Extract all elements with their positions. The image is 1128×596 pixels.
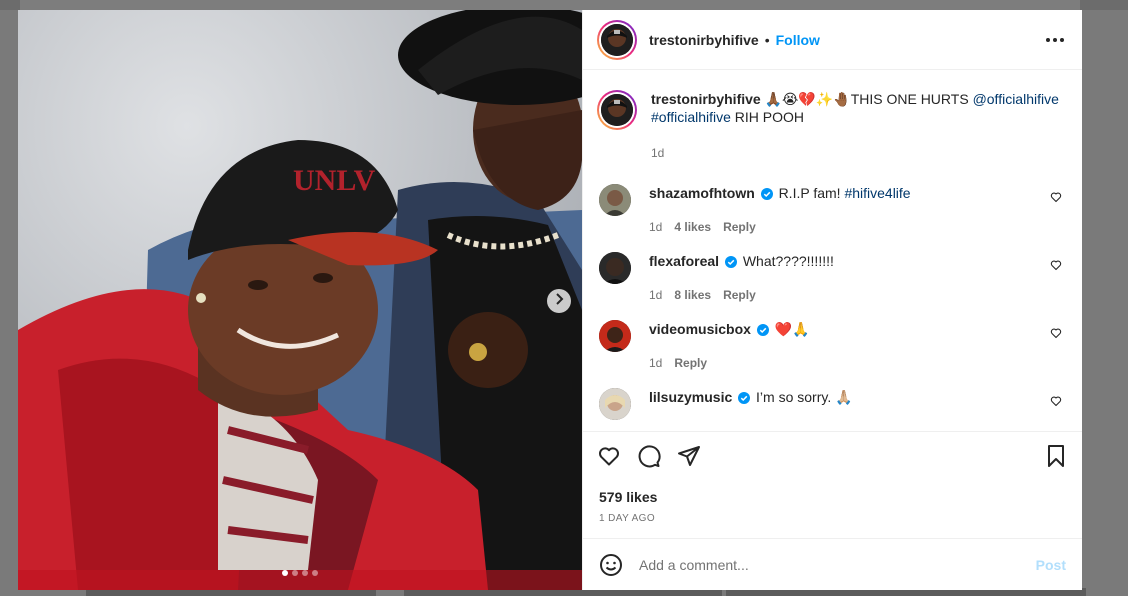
reply-button[interactable]: Reply — [723, 218, 756, 236]
post-header: trestonirbyhifive • Follow — [583, 10, 1082, 70]
comment-username[interactable]: shazamofhtown — [649, 185, 755, 201]
heart-icon[interactable] — [1050, 326, 1062, 344]
carousel-dot — [302, 570, 308, 576]
commenter-avatar[interactable] — [599, 388, 631, 420]
comment-text: What????!!!!!!! — [742, 253, 834, 269]
svg-text:UNLV: UNLV — [293, 164, 376, 197]
caption-hashtag[interactable]: #officialhifive — [651, 109, 731, 125]
post-modal: UNLV trestonirbyhifive • Follow trestoni… — [18, 10, 1082, 590]
comment-item: shazamofhtown R.I.P fam! #hifive4life 1d… — [597, 184, 1068, 236]
comment-time[interactable]: 1d — [649, 218, 662, 236]
verified-badge-icon — [760, 186, 773, 204]
post-caption: trestonirbyhifive 🙏🏾😭💔✨🤚🏾THIS ONE HURTS … — [597, 90, 1068, 162]
heart-icon[interactable] — [597, 444, 621, 468]
author-avatar[interactable] — [597, 19, 637, 60]
comment-text: ❤️🙏 — [774, 321, 810, 337]
add-comment-bar: Post — [583, 538, 1082, 590]
comment-item: videomusicbox ❤️🙏 1d Reply — [597, 320, 1068, 372]
comment-item: lilsuzymusic I’m so sorry. 🙏🏼 — [597, 388, 1068, 420]
comment-input[interactable] — [639, 556, 1036, 573]
comment-time[interactable]: 1d — [649, 286, 662, 304]
reply-button[interactable]: Reply — [674, 354, 707, 372]
likes-count[interactable]: 579 likes — [583, 479, 1082, 505]
comment-icon[interactable] — [637, 444, 661, 468]
commenter-avatar[interactable] — [599, 184, 631, 216]
verified-badge-icon — [724, 254, 737, 272]
comment-text: R.I.P fam! — [778, 185, 841, 201]
comment-time[interactable]: 1d — [649, 354, 662, 372]
post-actions — [583, 431, 1082, 479]
comment-likes[interactable]: 8 likes — [674, 286, 711, 304]
photo-image: UNLV — [18, 10, 582, 590]
caption-time[interactable]: 1d — [651, 144, 664, 162]
caption-suffix: RIH POOH — [734, 109, 805, 125]
header-separator: • — [764, 31, 770, 48]
comment-hashtag[interactable]: #hifive4life — [844, 185, 910, 201]
comment-username[interactable]: lilsuzymusic — [649, 389, 732, 405]
comment-item: flexaforeal What????!!!!!!! 1d 8 likes R… — [597, 252, 1068, 304]
next-photo-button[interactable] — [547, 289, 571, 313]
chevron-right-icon — [554, 292, 564, 310]
carousel-indicator — [282, 570, 318, 576]
commenter-avatar[interactable] — [599, 252, 631, 284]
reply-button[interactable]: Reply — [723, 286, 756, 304]
carousel-dot — [312, 570, 318, 576]
heart-icon[interactable] — [1050, 394, 1062, 412]
share-icon[interactable] — [677, 444, 701, 468]
verified-badge-icon — [738, 390, 751, 408]
caption-username[interactable]: trestonirbyhifive — [651, 91, 761, 107]
heart-icon[interactable] — [1050, 258, 1062, 276]
author-username[interactable]: trestonirbyhifive — [649, 32, 759, 48]
heart-icon[interactable] — [1050, 190, 1062, 208]
comment-username[interactable]: flexaforeal — [649, 253, 719, 269]
more-options-icon[interactable] — [1042, 32, 1068, 48]
caption-mention[interactable]: @officialhifive — [973, 91, 1059, 107]
comment-likes[interactable]: 4 likes — [674, 218, 711, 236]
caption-avatar[interactable] — [597, 90, 637, 130]
carousel-dot — [292, 570, 298, 576]
caption-emoji: 🙏🏾😭💔✨🤚🏾 — [764, 91, 851, 107]
bookmark-icon[interactable] — [1044, 444, 1068, 468]
emoji-icon[interactable] — [599, 553, 623, 577]
comment-text: I’m so sorry. 🙏🏼 — [756, 389, 853, 405]
post-date[interactable]: 1 DAY AGO — [583, 505, 1082, 538]
post-photo[interactable]: UNLV — [18, 10, 582, 590]
verified-badge-icon — [756, 322, 769, 340]
follow-button[interactable]: Follow — [776, 32, 820, 48]
comments-list[interactable]: trestonirbyhifive 🙏🏾😭💔✨🤚🏾THIS ONE HURTS … — [583, 70, 1082, 431]
post-details-panel: trestonirbyhifive • Follow trestonirbyhi… — [582, 10, 1082, 590]
caption-text: THIS ONE HURTS — [850, 91, 969, 107]
post-comment-button[interactable]: Post — [1036, 557, 1066, 573]
carousel-dot-active — [282, 570, 288, 576]
commenter-avatar[interactable] — [599, 320, 631, 352]
comment-username[interactable]: videomusicbox — [649, 321, 751, 337]
